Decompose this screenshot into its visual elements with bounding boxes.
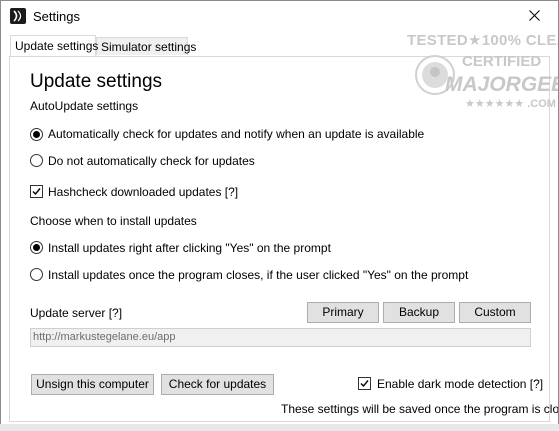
- backup-server-button[interactable]: Backup: [383, 302, 455, 323]
- update-server-url-field[interactable]: http://markustegelane.eu/app: [30, 328, 531, 347]
- radio-install-now[interactable]: [30, 241, 43, 254]
- custom-server-button[interactable]: Custom: [459, 302, 531, 323]
- page-title: Update settings: [30, 71, 163, 92]
- watermark-tested: TESTED★100% CLEAN: [407, 32, 558, 49]
- install-section-label: Choose when to install updates: [30, 214, 197, 228]
- primary-server-button[interactable]: Primary: [307, 302, 379, 323]
- radio-install-now-label[interactable]: Install updates right after clicking "Ye…: [48, 241, 331, 255]
- window-title: Settings: [33, 9, 80, 24]
- close-icon: [529, 10, 540, 21]
- radio-auto-check[interactable]: [30, 128, 43, 141]
- unsign-computer-button[interactable]: Unsign this computer: [31, 374, 154, 395]
- app-icon: [10, 8, 26, 24]
- tab-simulator-settings[interactable]: Simulator settings: [96, 37, 196, 55]
- hashcheck-label[interactable]: Hashcheck downloaded updates [?]: [48, 185, 238, 199]
- radio-auto-check-label[interactable]: Automatically check for updates and noti…: [48, 127, 424, 141]
- radio-install-on-close[interactable]: [30, 268, 43, 281]
- hashcheck-checkbox[interactable]: [30, 185, 43, 198]
- dark-mode-label[interactable]: Enable dark mode detection [?]: [377, 377, 543, 391]
- radio-install-on-close-label[interactable]: Install updates once the program closes,…: [48, 268, 468, 282]
- update-server-label: Update server [?]: [30, 306, 123, 320]
- radio-no-auto-check-label[interactable]: Do not automatically check for updates: [48, 154, 255, 168]
- close-button[interactable]: [512, 1, 558, 31]
- checkmark-icon: [32, 188, 41, 196]
- title-bar[interactable]: Settings: [1, 1, 558, 31]
- taskbar-strip: [0, 424, 559, 431]
- watermark-brand: MAJORGEEKS: [445, 73, 558, 96]
- tab-update-settings[interactable]: Update settings: [10, 35, 98, 56]
- majorgeeks-watermark: TESTED★100% CLEAN CERTIFIED MAJORGEEKS ★…: [407, 31, 558, 119]
- footer-note: These settings will be saved once the pr…: [281, 402, 559, 416]
- radio-no-auto-check[interactable]: [30, 154, 43, 167]
- checkmark-icon: [360, 380, 369, 388]
- check-updates-button[interactable]: Check for updates: [161, 374, 274, 395]
- settings-window: Settings Update settings Simulator setti…: [0, 0, 559, 431]
- watermark-domain: ★★★★★★ .COM: [465, 98, 556, 110]
- autoupdate-section-label: AutoUpdate settings: [30, 99, 139, 113]
- dark-mode-checkbox[interactable]: [358, 377, 371, 390]
- watermark-certified: CERTIFIED: [462, 53, 542, 70]
